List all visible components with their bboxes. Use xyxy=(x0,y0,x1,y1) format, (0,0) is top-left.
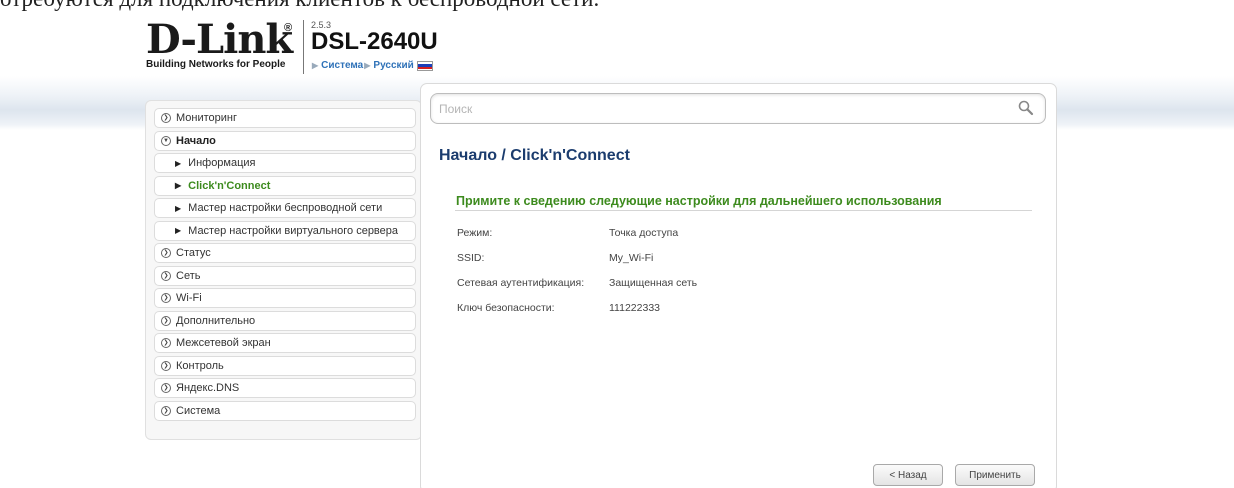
sidebar-item-firewall[interactable]: ❯ Межсетевой экран xyxy=(154,333,416,353)
system-link[interactable]: Система xyxy=(321,60,363,71)
sidebar-item-label: Мастер настройки виртуального сервера xyxy=(188,224,399,237)
triangle-right-icon: ▶ xyxy=(175,181,182,190)
sidebar-subitem-wireless-wizard[interactable]: ▶ Мастер настройки беспроводной сети xyxy=(154,198,416,218)
search-icon[interactable] xyxy=(1017,99,1035,117)
section-divider xyxy=(455,210,1032,211)
back-button[interactable]: < Назад xyxy=(873,464,943,486)
page-title: Начало / Click'n'Connect xyxy=(439,147,630,164)
sidebar-item-label: Яндекс.DNS xyxy=(176,382,240,394)
sidebar-item-monitoring[interactable]: ❯ Мониторинг xyxy=(154,108,416,128)
sidebar-item-yandex-dns[interactable]: ❯ Яндекс.DNS xyxy=(154,378,416,398)
model-name: DSL-2640U xyxy=(311,28,438,55)
search-input[interactable] xyxy=(431,94,991,123)
settings-label: SSID: xyxy=(457,252,485,264)
sidebar-item-start[interactable]: ▼ Начало xyxy=(154,130,416,151)
document-cut-text: отребуются для подключения клиентов к бе… xyxy=(0,0,599,12)
sidebar-subitem-information[interactable]: ▶ Информация xyxy=(154,153,416,173)
section-title: Примите к сведению следующие настройки д… xyxy=(456,194,942,208)
chevron-circle-icon: ❯ xyxy=(161,293,171,303)
language-link[interactable]: Русский xyxy=(373,60,413,71)
sidebar-item-label: Мастер настройки беспроводной сети xyxy=(188,202,383,214)
arrow-right-icon: ▶ xyxy=(364,61,371,70)
chevron-circle-icon: ❯ xyxy=(161,383,171,393)
chevron-circle-icon: ❯ xyxy=(161,270,171,281)
settings-value: My_Wi-Fi xyxy=(609,252,654,264)
settings-row-ssid: SSID: My_Wi-Fi xyxy=(457,252,653,264)
sidebar-menu: ❯ Мониторинг ▼ Начало ▶ Информация ▶ Click'n… xyxy=(145,100,422,440)
sidebar-item-label: Сеть xyxy=(176,269,201,282)
triangle-right-icon: ▶ xyxy=(175,203,182,213)
sidebar-item-label: Статус xyxy=(176,247,211,259)
device-info: 2.5.3 DSL-2640U ▶ Система ▶ Русский xyxy=(311,20,438,71)
sidebar-item-label: Система xyxy=(176,404,221,417)
chevron-circle-icon: ❯ xyxy=(161,113,171,123)
settings-label: Режим: xyxy=(457,227,493,239)
sidebar-item-label: Межсетевой экран xyxy=(176,337,271,349)
sidebar-item-control[interactable]: ❯ Контроль xyxy=(154,355,416,376)
sidebar-item-system[interactable]: ❯ Система xyxy=(154,400,416,421)
settings-value: Точка доступа xyxy=(609,227,679,239)
chevron-circle-down-icon: ▼ xyxy=(161,135,171,146)
sidebar-item-label: Дополнительно xyxy=(176,314,256,327)
settings-row-mode: Режим: Точка доступа xyxy=(457,227,678,239)
triangle-right-icon: ▶ xyxy=(175,158,182,168)
sidebar-item-label: Информация xyxy=(188,157,256,169)
sidebar-item-advanced[interactable]: ❯ Дополнительно xyxy=(154,310,416,331)
search-box xyxy=(430,93,1046,124)
apply-button[interactable]: Применить xyxy=(955,464,1035,486)
arrow-right-icon: ▶ xyxy=(312,61,319,70)
triangle-right-icon: ▶ xyxy=(175,226,182,235)
logo-brand: D-Link xyxy=(146,16,293,63)
main-panel: Начало / Click'n'Connect Примите к сведе… xyxy=(420,83,1057,488)
chevron-circle-icon: ❯ xyxy=(161,338,171,348)
sidebar-subitem-virtual-server-wizard[interactable]: ▶ Мастер настройки виртуального сервера xyxy=(154,220,416,241)
sidebar-item-label: Начало xyxy=(176,134,216,147)
dlink-logo[interactable]: D-Link ® Building Networks for People xyxy=(146,16,293,71)
chevron-circle-icon: ❯ xyxy=(161,360,171,371)
sidebar-subitem-clicknconnect[interactable]: ▶ Click'n'Connect xyxy=(154,175,416,196)
chevron-circle-icon: ❯ xyxy=(161,315,171,326)
settings-label: Сетевая аутентификация: xyxy=(457,277,585,289)
sidebar-item-network[interactable]: ❯ Сеть xyxy=(154,265,416,286)
header-divider xyxy=(303,20,304,74)
settings-row-auth: Сетевая аутентификация: Защищенная сеть xyxy=(457,277,697,289)
chevron-circle-icon: ❯ xyxy=(161,405,171,416)
russian-flag-icon[interactable] xyxy=(416,60,433,71)
page: отребуются для подключения клиентов к бе… xyxy=(0,0,1234,488)
header-links: ▶ Система ▶ Русский xyxy=(311,60,438,71)
sidebar-item-label: Контроль xyxy=(176,359,224,372)
settings-row-key: Ключ безопасности: 111222333 xyxy=(457,302,660,314)
settings-value: 111222333 xyxy=(609,302,660,314)
sidebar-item-label: Wi-Fi xyxy=(176,292,202,304)
sidebar-item-label: Click'n'Connect xyxy=(188,179,271,192)
chevron-circle-icon: ❯ xyxy=(161,248,171,258)
sidebar-item-label: Мониторинг xyxy=(176,112,238,124)
sidebar-item-wifi[interactable]: ❯ Wi-Fi xyxy=(154,288,416,308)
logo-tagline: Building Networks for People xyxy=(146,59,286,70)
sidebar-item-status[interactable]: ❯ Статус xyxy=(154,243,416,263)
settings-label: Ключ безопасности: xyxy=(457,302,555,314)
logo-registered-mark: ® xyxy=(284,22,293,34)
settings-value: Защищенная сеть xyxy=(609,277,698,289)
